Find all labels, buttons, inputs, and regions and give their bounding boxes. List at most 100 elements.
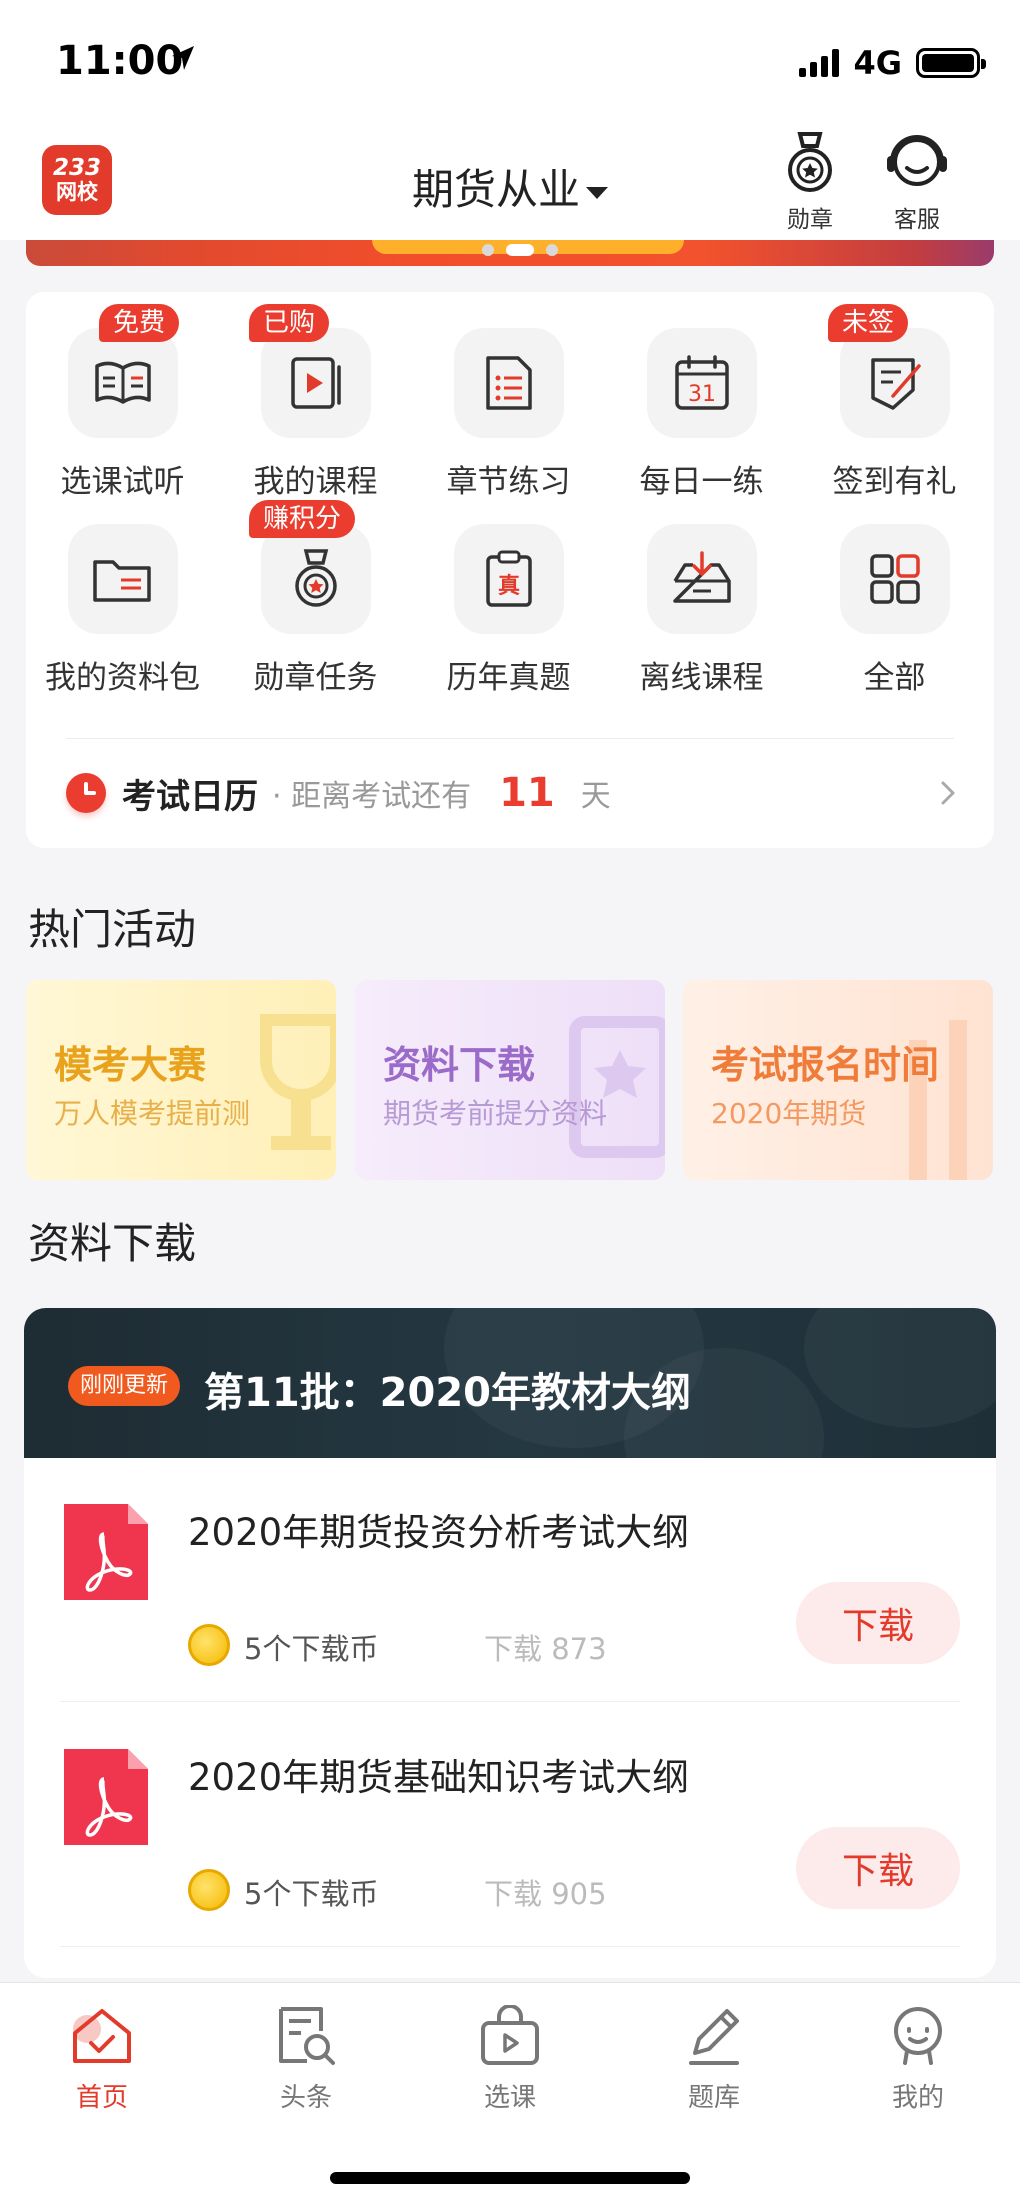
exam-countdown-prefix: · 距离考试还有 bbox=[272, 779, 472, 814]
activity-materials-download[interactable]: 资料下载 期货考前提分资料 bbox=[355, 980, 665, 1180]
download-price: 5个下载币 bbox=[244, 1632, 379, 1666]
divider bbox=[66, 738, 954, 739]
activity-title: 模考大赛 bbox=[54, 1043, 207, 1087]
menu-item-trial-courses[interactable]: 免费 选课试听 bbox=[26, 304, 219, 501]
menu-label: 离线课程 bbox=[639, 660, 764, 696]
tab-label: 首页 bbox=[75, 2083, 128, 2113]
profile-icon bbox=[894, 2007, 942, 2065]
download-item[interactable]: 2020年期货投资分析考试大纲 5个下载币 下载 873 下载 bbox=[60, 1458, 960, 1702]
clock-icon bbox=[66, 773, 106, 813]
signal-icon bbox=[799, 49, 840, 77]
tab-courses[interactable]: 选课 bbox=[408, 2004, 612, 2114]
trophy-icon bbox=[260, 1014, 336, 1150]
menu-item-all[interactable]: 全部 bbox=[798, 524, 991, 697]
feature-menu-card: 免费 选课试听 已购 我的课程 章节练习 31 每日一练 未签 签到有礼 我的资… bbox=[26, 292, 994, 848]
menu-label: 章节练习 bbox=[446, 464, 571, 500]
customer-service-button[interactable]: 客服 bbox=[872, 132, 962, 234]
status-indicators: 4G bbox=[799, 44, 986, 82]
downloads-card: 刚刚更新 第11批：2020年教材大纲 2020年期货投资分析考试大纲 5个下载… bbox=[24, 1308, 996, 1978]
menu-label: 选课试听 bbox=[60, 464, 185, 500]
menu-label: 全部 bbox=[863, 660, 926, 696]
tab-question-bank[interactable]: 题库 bbox=[612, 2005, 816, 2114]
coin-icon bbox=[188, 1869, 230, 1911]
free-tag: 免费 bbox=[99, 304, 180, 342]
pdf-file-icon bbox=[64, 1504, 148, 1600]
menu-item-badge-tasks[interactable]: 赚积分 勋章任务 bbox=[219, 500, 412, 697]
open-book-icon bbox=[67, 328, 178, 438]
download-item-title: 2020年期货投资分析考试大纲 bbox=[188, 1511, 690, 1554]
menu-label: 签到有礼 bbox=[832, 464, 957, 500]
activity-subtitle: 2020年期货 bbox=[711, 1097, 867, 1130]
tab-profile[interactable]: 我的 bbox=[816, 2005, 1020, 2114]
menu-item-offline-courses[interactable]: 离线课程 bbox=[605, 524, 798, 697]
pdf-file-icon bbox=[64, 1749, 148, 1845]
star-document-icon bbox=[569, 1016, 665, 1158]
banner-pagination bbox=[482, 244, 558, 256]
medal-icon bbox=[788, 132, 832, 192]
activity-subtitle: 万人模考提前测 bbox=[54, 1097, 251, 1130]
clipboard-icon: 真 bbox=[453, 524, 564, 634]
video-book-icon bbox=[260, 328, 371, 438]
sign-in-icon bbox=[839, 328, 950, 438]
menu-item-my-courses[interactable]: 已购 我的课程 bbox=[219, 304, 412, 501]
activity-mock-exam[interactable]: 模考大赛 万人模考提前测 bbox=[26, 980, 336, 1180]
tab-news[interactable]: 头条 bbox=[204, 2005, 408, 2114]
tab-label: 题库 bbox=[687, 2083, 740, 2113]
activity-registration-time[interactable]: 考试报名时间 2020年期货 bbox=[683, 980, 993, 1180]
divider bbox=[60, 1701, 960, 1702]
promo-banner[interactable] bbox=[26, 240, 994, 266]
download-tray-icon bbox=[646, 524, 757, 634]
coin-icon bbox=[188, 1624, 230, 1666]
svg-text:31: 31 bbox=[688, 382, 716, 407]
earn-points-tag: 赚积分 bbox=[249, 500, 356, 538]
exam-countdown-unit: 天 bbox=[580, 779, 611, 814]
activity-title: 考试报名时间 bbox=[711, 1043, 940, 1087]
menu-item-past-exams[interactable]: 真 历年真题 bbox=[412, 524, 605, 697]
tab-home[interactable]: 首页 bbox=[0, 2005, 204, 2114]
menu-item-materials-pack[interactable]: 我的资料包 bbox=[26, 524, 219, 697]
calendar-icon: 31 bbox=[646, 328, 757, 438]
download-count: 下载 905 bbox=[484, 1877, 607, 1911]
exam-calendar-row[interactable]: 考试日历 · 距离考试还有 11 天 bbox=[66, 758, 964, 828]
app-header: 233 网校 期货从业 勋章 客服 bbox=[0, 120, 1020, 240]
download-item[interactable]: 2020年期货基础知识考试大纲 5个下载币 下载 905 下载 bbox=[60, 1703, 960, 1947]
menu-item-chapter-practice[interactable]: 章节练习 bbox=[412, 328, 605, 501]
activity-subtitle: 期货考前提分资料 bbox=[383, 1097, 608, 1130]
battery-icon bbox=[916, 48, 986, 78]
download-count: 下载 873 bbox=[484, 1632, 607, 1666]
menu-item-daily-practice[interactable]: 31 每日一练 bbox=[605, 328, 798, 501]
menu-label: 每日一练 bbox=[639, 464, 764, 500]
svg-text:真: 真 bbox=[497, 573, 519, 599]
download-button[interactable]: 下载 bbox=[796, 1582, 960, 1664]
news-icon bbox=[279, 2007, 335, 2065]
status-time: 11:00 bbox=[56, 38, 184, 84]
downloads-section-title: 资料下载 bbox=[28, 1219, 197, 1268]
purchased-tag: 已购 bbox=[249, 304, 330, 342]
menu-item-check-in[interactable]: 未签 签到有礼 bbox=[798, 304, 991, 501]
activity-title: 资料下载 bbox=[383, 1043, 536, 1087]
hot-activities-title: 热门活动 bbox=[28, 905, 197, 954]
pencil-icon bbox=[689, 2009, 739, 2065]
badge-button[interactable]: 勋章 bbox=[765, 132, 855, 234]
tab-label: 我的 bbox=[891, 2083, 944, 2113]
menu-label: 我的课程 bbox=[253, 464, 378, 500]
menu-label: 历年真题 bbox=[446, 660, 571, 696]
divider bbox=[60, 1946, 960, 1947]
exam-selector[interactable]: 期货从业 bbox=[0, 156, 1020, 217]
exam-calendar-title: 考试日历 bbox=[122, 776, 258, 817]
badge-label: 勋章 bbox=[787, 207, 833, 233]
tab-label: 选课 bbox=[483, 2083, 536, 2113]
course-bag-icon bbox=[481, 2004, 539, 2065]
download-item-title: 2020年期货基础知识考试大纲 bbox=[188, 1756, 690, 1799]
menu-label: 我的资料包 bbox=[45, 660, 200, 696]
tab-label: 头条 bbox=[279, 2083, 332, 2113]
location-arrow-icon bbox=[172, 46, 194, 70]
download-button[interactable]: 下载 bbox=[796, 1827, 960, 1909]
status-bar: 11:00 4G bbox=[0, 0, 1020, 120]
folder-icon bbox=[67, 524, 178, 634]
document-list-icon bbox=[453, 328, 564, 438]
unsigned-tag: 未签 bbox=[828, 304, 909, 342]
menu-label: 勋章任务 bbox=[253, 660, 378, 696]
just-updated-tag: 刚刚更新 bbox=[68, 1366, 181, 1406]
downloads-batch-header[interactable]: 刚刚更新 第11批：2020年教材大纲 bbox=[24, 1308, 996, 1528]
